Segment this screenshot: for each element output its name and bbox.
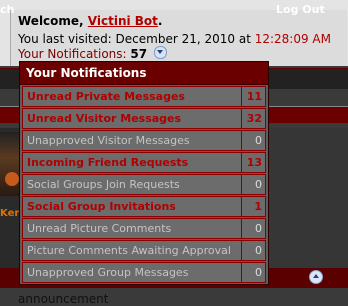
notification-row-group-messages[interactable]: Unapproved Group Messages 0 — [22, 262, 266, 283]
notification-label[interactable]: Unread Private Messages — [27, 90, 185, 103]
welcome-line: Welcome, Victini Bot. — [18, 14, 162, 28]
notification-label[interactable]: Social Groups Join Requests — [27, 178, 180, 191]
logout-link[interactable]: Log Out — [276, 3, 325, 16]
notification-label[interactable]: Unread Visitor Messages — [27, 112, 181, 125]
last-visited-time: 12:28:09 AM — [254, 32, 331, 46]
notification-label[interactable]: Incoming Friend Requests — [27, 156, 188, 169]
welcome-suffix: . — [157, 14, 163, 28]
notification-count: 0 — [241, 175, 265, 194]
notification-label[interactable]: Unapproved Group Messages — [27, 266, 188, 279]
welcome-prefix: Welcome, — [18, 14, 88, 28]
avatar — [0, 132, 20, 196]
notifications-count: 57 — [130, 47, 148, 61]
notification-row-unread-visitor[interactable]: Unread Visitor Messages 32 — [22, 108, 266, 129]
avatar-detail — [5, 172, 19, 186]
notification-row-unread-pm[interactable]: Unread Private Messages 11 — [22, 86, 266, 107]
notification-row-picture-comments[interactable]: Unread Picture Comments 0 — [22, 218, 266, 239]
notification-count: 13 — [241, 153, 265, 172]
notification-count: 0 — [241, 263, 265, 282]
notification-row-group-invitations[interactable]: Social Group Invitations 1 — [22, 196, 266, 217]
notifications-line: Your Notifications: 57 — [18, 46, 167, 61]
chevron-down-icon[interactable] — [153, 46, 167, 59]
notification-row-picture-approval[interactable]: Picture Comments Awaiting Approval 0 — [22, 240, 266, 261]
notification-label[interactable]: Social Group Invitations — [27, 200, 176, 213]
notification-count: 1 — [241, 197, 265, 216]
last-visited-label: You last visited: December 21, 2010 at — [18, 32, 255, 46]
notification-row-friend-requests[interactable]: Incoming Friend Requests 13 — [22, 152, 266, 173]
notifications-popup: Your Notifications Unread Private Messag… — [19, 61, 269, 285]
username-link[interactable]: Victini Bot — [88, 14, 158, 28]
announcement-text: announcement — [18, 292, 109, 306]
notification-count: 11 — [241, 87, 265, 106]
notification-row-unapproved-visitor[interactable]: Unapproved Visitor Messages 0 — [22, 130, 266, 151]
notification-count: 0 — [241, 241, 265, 260]
notification-label[interactable]: Unapproved Visitor Messages — [27, 134, 190, 147]
popup-title: Your Notifications — [20, 62, 268, 85]
notification-label[interactable]: Unread Picture Comments — [27, 222, 171, 235]
notification-row-group-join[interactable]: Social Groups Join Requests 0 — [22, 174, 266, 195]
collapse-up-icon[interactable] — [309, 270, 323, 284]
notification-count: 32 — [241, 109, 265, 128]
last-visited: You last visited: December 21, 2010 at 1… — [18, 32, 331, 46]
notifications-link[interactable]: Your Notifications: — [18, 47, 127, 61]
right-pane — [268, 128, 348, 268]
notification-label[interactable]: Picture Comments Awaiting Approval — [27, 244, 231, 257]
navbar-search-fragment[interactable]: ch — [0, 3, 14, 16]
notification-count: 0 — [241, 131, 265, 150]
notification-count: 0 — [241, 219, 265, 238]
